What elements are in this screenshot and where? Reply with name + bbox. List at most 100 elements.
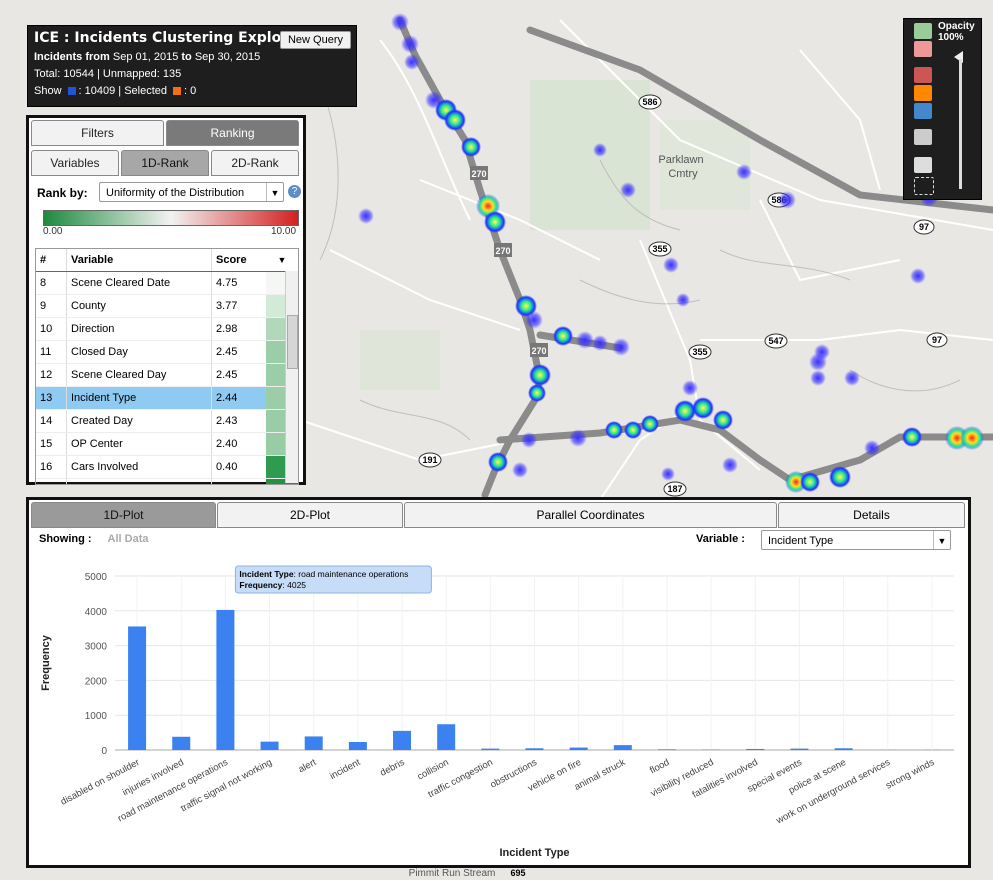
svg-text:Cmtry: Cmtry bbox=[668, 168, 698, 180]
y-axis-title: Frequency bbox=[40, 634, 52, 691]
app-header: ICE : Incidents Clustering Explorer New … bbox=[27, 25, 357, 107]
tab-1d-plot[interactable]: 1D-Plot bbox=[31, 502, 217, 528]
svg-text:97: 97 bbox=[932, 335, 942, 345]
svg-text:270: 270 bbox=[531, 346, 546, 356]
pan-hand-icon[interactable] bbox=[914, 157, 932, 173]
table-row[interactable]: 17Pickup Van SUV Involved0.11 bbox=[36, 479, 298, 484]
sort-icon: ▼ bbox=[277, 255, 287, 265]
x-tick-label: collision bbox=[416, 757, 451, 783]
map-tools-panel: Opacity 100% bbox=[903, 18, 982, 200]
chevron-down-icon: ▼ bbox=[933, 531, 950, 549]
bar bbox=[834, 748, 853, 750]
svg-text:191: 191 bbox=[422, 455, 437, 465]
tab-parallel-coordinates[interactable]: Parallel Coordinates bbox=[404, 502, 777, 528]
place-label: Parklawn bbox=[658, 154, 703, 166]
bar bbox=[216, 609, 235, 750]
tooltip-line: Frequency: 4025 bbox=[239, 580, 306, 590]
bar bbox=[481, 748, 500, 750]
bar bbox=[746, 748, 765, 750]
svg-text:187: 187 bbox=[667, 484, 682, 494]
chevron-down-icon: ▼ bbox=[266, 183, 283, 201]
bar bbox=[613, 745, 632, 750]
x-axis-title: Incident Type bbox=[499, 847, 569, 859]
pie-icon[interactable] bbox=[914, 103, 932, 119]
y-tick-label: 0 bbox=[101, 746, 107, 757]
help-icon[interactable]: ? bbox=[288, 185, 301, 198]
table-scrollbar[interactable] bbox=[285, 271, 298, 483]
new-query-button[interactable]: New Query bbox=[279, 31, 351, 49]
zoom-out-icon[interactable] bbox=[914, 41, 932, 57]
y-tick-label: 4000 bbox=[85, 607, 108, 618]
bar bbox=[128, 626, 147, 750]
select-box-icon[interactable] bbox=[914, 177, 934, 195]
bar bbox=[525, 748, 544, 750]
x-tick-label: disabled on shoulder bbox=[59, 757, 142, 808]
ranking-panel: Filters Ranking Variables 1D-Rank 2D-Ran… bbox=[26, 115, 306, 485]
tab-2d-rank[interactable]: 2D-Rank bbox=[211, 150, 299, 176]
cluster-icon[interactable] bbox=[914, 67, 932, 83]
road-label: 586 bbox=[642, 97, 657, 107]
table-row[interactable]: 10 Direction 2.98 bbox=[36, 318, 298, 341]
opacity-label: Opacity 100% bbox=[938, 21, 975, 43]
tab-1d-rank[interactable]: 1D-Rank bbox=[121, 150, 209, 176]
shown-color-swatch bbox=[67, 87, 76, 96]
bar bbox=[172, 736, 191, 750]
heat-icon[interactable] bbox=[914, 85, 932, 101]
svg-text:270: 270 bbox=[495, 246, 510, 256]
bar bbox=[348, 741, 367, 750]
x-tick-label: incident bbox=[328, 757, 362, 782]
bar bbox=[437, 724, 456, 750]
table-row[interactable]: 11 Closed Day 2.45 bbox=[36, 341, 298, 364]
variable-select[interactable]: Incident Type ▼ bbox=[761, 530, 951, 550]
table-header: # Variable Score ▼ bbox=[36, 249, 298, 272]
y-tick-label: 3000 bbox=[85, 642, 108, 653]
table-row[interactable]: 15 OP Center 2.40 bbox=[36, 433, 298, 456]
score-color-scale bbox=[43, 210, 299, 226]
scale-max-label: 10.00 bbox=[271, 226, 297, 237]
layer-icon[interactable] bbox=[914, 129, 932, 145]
rank-table: # Variable Score ▼ 8 Scene Cleared Date 4.… bbox=[35, 248, 299, 485]
table-row[interactable]: 8 Scene Cleared Date 4.75 bbox=[36, 272, 298, 295]
y-tick-label: 2000 bbox=[85, 676, 108, 687]
svg-text:355: 355 bbox=[652, 244, 667, 254]
svg-text:Pimmit Run Stream: Pimmit Run Stream bbox=[409, 868, 496, 879]
x-tick-label: animal struck bbox=[573, 757, 628, 793]
bar bbox=[393, 730, 412, 750]
x-tick-label: flood bbox=[648, 757, 671, 776]
tab-variables[interactable]: Variables bbox=[31, 150, 119, 176]
table-row[interactable]: 12 Scene Cleared Day 2.45 bbox=[36, 364, 298, 387]
svg-text:547: 547 bbox=[768, 336, 783, 346]
svg-text:695: 695 bbox=[510, 868, 525, 878]
opacity-slider[interactable] bbox=[959, 59, 962, 189]
svg-text:97: 97 bbox=[919, 222, 929, 232]
y-tick-label: 1000 bbox=[85, 711, 108, 722]
bar bbox=[569, 747, 588, 750]
tab-details[interactable]: Details bbox=[778, 502, 965, 528]
table-row[interactable]: 13 Incident Type 2.44 bbox=[36, 387, 298, 410]
rank-by-select[interactable]: Uniformity of the Distribution ▼ bbox=[99, 182, 284, 202]
bar bbox=[790, 748, 809, 750]
bar-chart: 0 1000 2000 3000 4000 5000 disabled on shoulde… bbox=[40, 565, 954, 859]
x-tick-label: strong winds bbox=[884, 757, 936, 792]
totals-text: Total: 10544 | Unmapped: 135 bbox=[34, 68, 182, 80]
tab-2d-plot[interactable]: 2D-Plot bbox=[217, 502, 404, 528]
table-row[interactable]: 9 County 3.77 bbox=[36, 295, 298, 318]
table-row[interactable]: 14 Created Day 2.43 bbox=[36, 410, 298, 433]
rank-by-label: Rank by: bbox=[37, 186, 88, 200]
tab-ranking[interactable]: Ranking bbox=[166, 120, 299, 146]
scale-min-label: 0.00 bbox=[43, 226, 63, 237]
showing-label: Showing : All Data bbox=[39, 533, 149, 545]
svg-text:355: 355 bbox=[692, 347, 707, 357]
svg-text:270: 270 bbox=[471, 169, 486, 179]
bar bbox=[260, 741, 279, 750]
variable-label: Variable : bbox=[696, 533, 745, 545]
selected-color-swatch bbox=[173, 87, 182, 96]
x-tick-label: debris bbox=[378, 757, 406, 779]
zoom-in-icon[interactable] bbox=[914, 23, 932, 39]
plot-panel: 1D-Plot 2D-Plot Parallel Coordinates Det… bbox=[26, 497, 971, 868]
bar bbox=[657, 749, 676, 750]
show-summary: Show: 10409 | Selected: 0 bbox=[34, 85, 197, 97]
table-row[interactable]: 16 Cars Involved 0.40 bbox=[36, 456, 298, 479]
bar bbox=[304, 736, 323, 750]
tab-filters[interactable]: Filters bbox=[31, 120, 164, 146]
